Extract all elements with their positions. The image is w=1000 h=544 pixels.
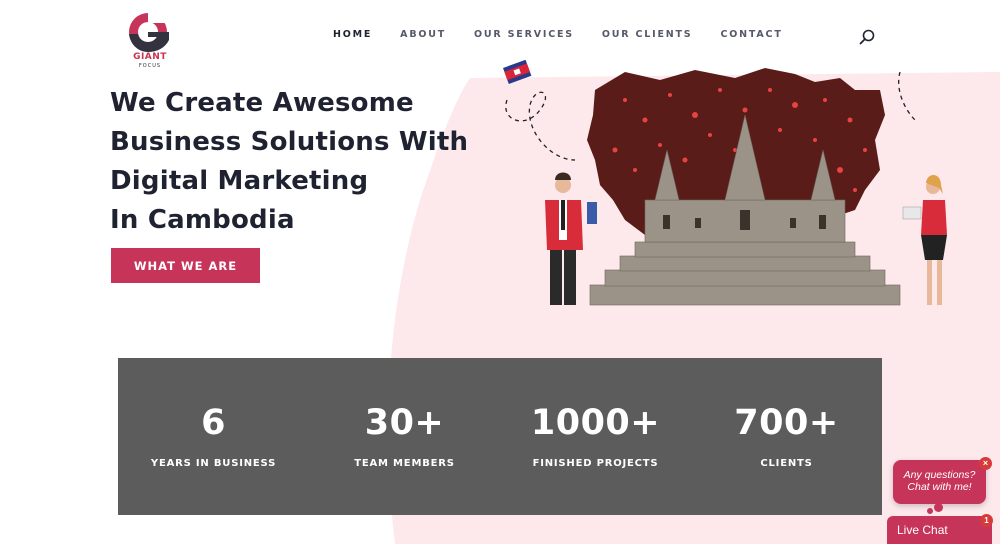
stat-years: 6 YEARS IN BUSINESS [118, 358, 309, 515]
chat-bubble-tail [934, 503, 943, 512]
headline-line-4: In Cambodia [110, 205, 295, 235]
search-icon[interactable] [858, 28, 876, 46]
chat-prompt-line-2: Chat with me! [907, 481, 972, 493]
headline-line-3: Digital Marketing [110, 166, 369, 196]
nav-item-our-services[interactable]: OUR SERVICES [474, 29, 574, 40]
stat-label: FINISHED PROJECTS [532, 458, 659, 469]
nav-item-about[interactable]: ABOUT [400, 29, 446, 40]
live-chat-button[interactable]: Live Chat [887, 516, 992, 544]
chat-bubble-tail-small [927, 508, 933, 514]
stats-panel: 6 YEARS IN BUSINESS 30+ TEAM MEMBERS 100… [118, 358, 882, 515]
stat-label: YEARS IN BUSINESS [150, 458, 277, 469]
what-we-are-button[interactable]: WHAT WE ARE [111, 248, 260, 283]
stat-label: TEAM MEMBERS [354, 458, 455, 469]
stat-number: 700+ [734, 403, 839, 443]
stat-team: 30+ TEAM MEMBERS [309, 358, 500, 515]
nav-item-home[interactable]: HOME [333, 29, 372, 40]
chat-prompt-line-1: Any questions? [903, 469, 976, 481]
logo-subtext: FOCUS [138, 63, 162, 69]
close-icon[interactable]: × [979, 457, 992, 470]
man-figure [545, 172, 597, 305]
headline-line-1: We Create Awesome [110, 88, 414, 118]
woman-figure [902, 174, 947, 305]
brand-logo[interactable]: GIANT FOCUS [124, 10, 176, 70]
stat-clients: 700+ CLIENTS [691, 358, 882, 515]
stat-projects: 1000+ FINISHED PROJECTS [500, 358, 691, 515]
chat-prompt-bubble[interactable]: Any questions? Chat with me! [893, 460, 986, 504]
nav-item-contact[interactable]: CONTACT [720, 29, 782, 40]
main-navigation: HOME ABOUT OUR SERVICES OUR CLIENTS CONT… [333, 29, 811, 40]
hero-illustration [503, 60, 947, 306]
stat-number: 6 [201, 403, 226, 443]
logo-text: GIANT [133, 52, 167, 62]
stat-label: CLIENTS [760, 458, 813, 469]
headline-line-2: Business Solutions With [110, 127, 469, 157]
stat-number: 30+ [364, 403, 445, 443]
hero-headline: We Create Awesome Business Solutions Wit… [110, 84, 470, 240]
unread-badge: 1 [980, 514, 993, 527]
logo-mark-icon [129, 13, 172, 52]
nav-item-our-clients[interactable]: OUR CLIENTS [602, 29, 693, 40]
stat-number: 1000+ [530, 403, 661, 443]
